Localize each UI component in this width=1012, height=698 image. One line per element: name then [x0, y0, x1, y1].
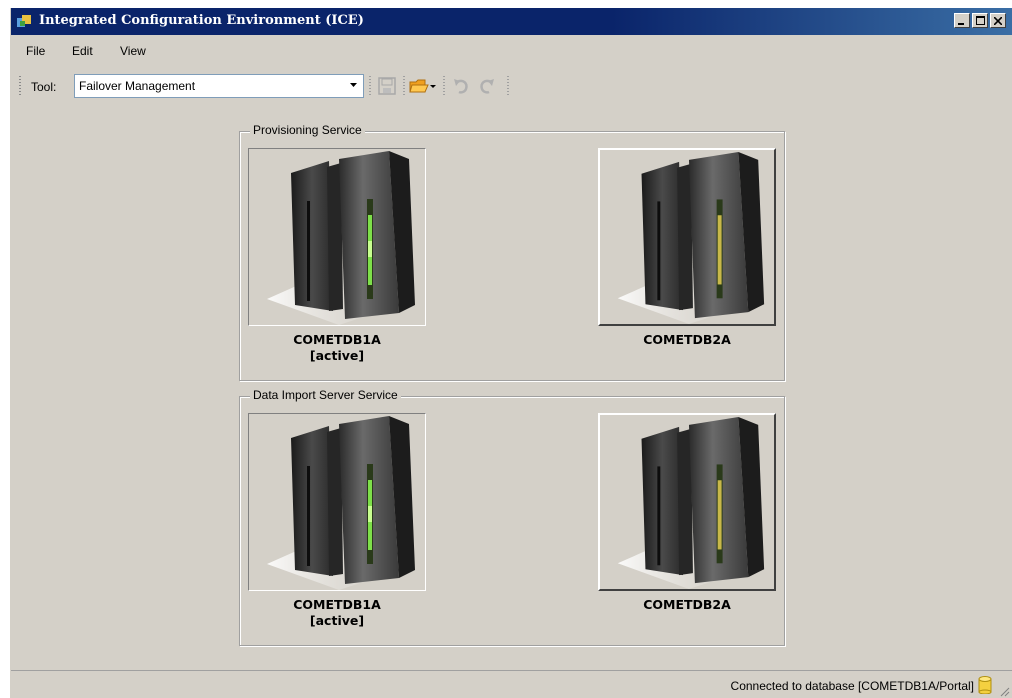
menu-file[interactable]: File	[26, 44, 45, 58]
menu-edit[interactable]: Edit	[72, 44, 93, 58]
server-icon	[267, 151, 419, 325]
status-bar: Connected to database [COMETDB1A/Portal]	[11, 670, 1012, 698]
minimize-button[interactable]	[954, 13, 970, 28]
server-name: COMETDB2A	[643, 597, 731, 612]
redo-icon[interactable]	[477, 76, 497, 96]
server-name: COMETDB1A	[293, 597, 381, 612]
toolbar-separator	[443, 76, 445, 96]
database-icon	[978, 676, 992, 694]
open-folder-icon[interactable]	[409, 76, 437, 96]
server-label: COMETDB1A [active]	[237, 332, 437, 364]
server-button-cometdb2a[interactable]	[598, 148, 776, 326]
app-icon	[17, 15, 31, 27]
tool-dropdown-value: Failover Management	[79, 79, 196, 93]
server-name: COMETDB1A	[293, 332, 381, 347]
server-button-cometdb1a[interactable]	[248, 413, 426, 591]
server-label: COMETDB2A	[587, 332, 787, 348]
server-icon	[267, 416, 419, 590]
server-name: COMETDB2A	[643, 332, 731, 347]
toolbar-separator	[403, 76, 405, 96]
group-title: Data Import Server Service	[250, 388, 401, 402]
server-button-cometdb1a[interactable]	[248, 148, 426, 326]
minimize-icon	[958, 22, 964, 25]
close-button[interactable]	[990, 13, 1006, 28]
server-label: COMETDB1A [active]	[237, 597, 437, 629]
title-bar[interactable]: Integrated Configuration Environment (IC…	[11, 8, 1012, 35]
tool-label: Tool:	[31, 80, 57, 94]
toolbar-separator	[507, 76, 509, 96]
connection-status: Connected to database [COMETDB1A/Portal]	[730, 679, 974, 693]
server-icon	[617, 416, 769, 589]
toolbar-separator	[369, 76, 371, 96]
maximize-icon	[975, 16, 985, 25]
menu-bar: File Edit View	[11, 40, 1012, 62]
close-icon	[994, 16, 1002, 25]
window-title: Integrated Configuration Environment (IC…	[39, 13, 364, 28]
maximize-button[interactable]	[972, 13, 988, 28]
server-status: [active]	[309, 613, 365, 628]
group-data-import-server-service: Data Import Server Service COMETDB1A [ac…	[237, 388, 787, 646]
menu-view[interactable]: View	[120, 44, 146, 58]
chevron-down-icon	[350, 83, 357, 87]
save-icon[interactable]	[377, 76, 397, 96]
group-title: Provisioning Service	[250, 123, 365, 137]
server-icon	[617, 151, 769, 324]
server-label: COMETDB2A	[587, 597, 787, 613]
toolbar: Tool: Failover Management	[11, 70, 1012, 100]
group-provisioning-service: Provisioning Service COMETDB1A [active] …	[237, 123, 787, 381]
resize-grip-icon[interactable]	[998, 685, 1010, 697]
app-window: Integrated Configuration Environment (IC…	[10, 8, 1012, 698]
server-status: [active]	[309, 348, 365, 363]
toolbar-grip[interactable]	[19, 76, 21, 96]
undo-icon[interactable]	[451, 76, 471, 96]
tool-dropdown[interactable]: Failover Management	[74, 74, 364, 98]
server-button-cometdb2a[interactable]	[598, 413, 776, 591]
